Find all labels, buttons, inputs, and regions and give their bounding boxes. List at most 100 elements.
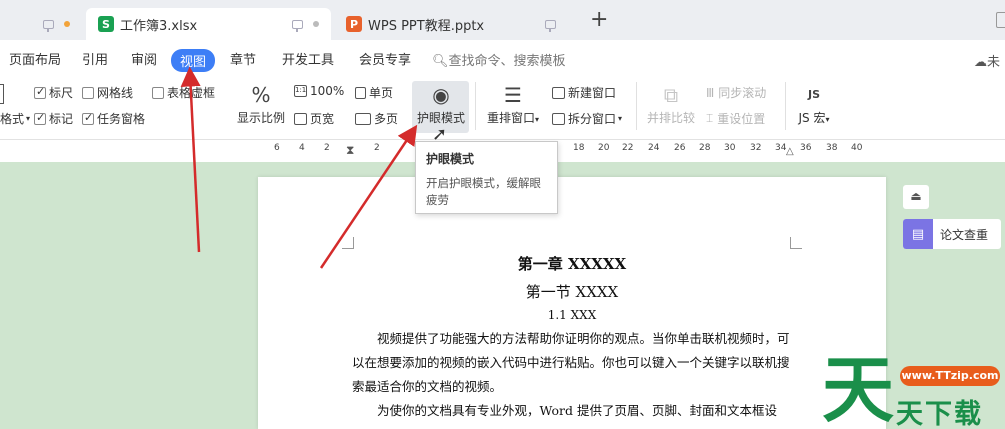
eye-icon: ◉ xyxy=(432,83,450,107)
rearrange-window-button[interactable]: ☰ 重排窗口▾ xyxy=(484,83,542,126)
single-page-button[interactable]: 单页 xyxy=(355,84,393,101)
menu-member[interactable]: 会员专享 xyxy=(359,49,411,68)
tab-label: WPS PPT教程.pptx xyxy=(368,18,485,34)
close-dot-icon[interactable] xyxy=(313,21,319,27)
scroll-top-button[interactable]: ⏏ xyxy=(903,185,929,209)
ruler-tick: 18 xyxy=(573,143,585,153)
rearrange-icon: ☰ xyxy=(504,83,522,107)
menu-references[interactable]: 引用 xyxy=(82,49,108,68)
menu-layout[interactable]: 页面布局 xyxy=(9,49,61,68)
ruler-tick: 28 xyxy=(699,143,711,153)
ruler-tick: 32 xyxy=(750,143,762,153)
page-width-button[interactable]: 页宽 xyxy=(294,110,334,127)
tab-ppt[interactable]: P WPS PPT教程.pptx xyxy=(338,8,576,40)
ruler-tick: 26 xyxy=(674,143,686,153)
compare-icon: ⧉ xyxy=(663,83,679,107)
indent-marker-icon[interactable]: ⧗ xyxy=(346,143,354,158)
section-heading: 第一节 XXXX xyxy=(525,283,619,301)
zoom-button[interactable]: % 显示比例 xyxy=(236,83,286,126)
tab-home[interactable] xyxy=(30,8,82,40)
new-window-button[interactable]: 新建窗口 xyxy=(552,84,616,101)
table-frame-checkbox[interactable]: 表格虚框 xyxy=(152,84,215,101)
menu-developer[interactable]: 开发工具 xyxy=(282,49,334,68)
body-paragraph: 视频提供了功能强大的方法帮助你证明你的观点。当你单击联机视频时，可以在想要添加的… xyxy=(352,331,790,394)
sync-scroll-icon: Ⅲ xyxy=(706,85,715,100)
js-macro-button[interactable]: JS JS 宏▾ xyxy=(792,83,836,126)
zoom-100-button[interactable]: 1:1 100% xyxy=(294,84,344,98)
multi-page-button[interactable]: 多页 xyxy=(355,110,398,127)
eye-mode-button[interactable]: ◉ 护眼模式 xyxy=(414,83,468,126)
mark-checkbox[interactable]: 标记 xyxy=(34,110,73,127)
new-tab-button[interactable]: + xyxy=(590,9,608,31)
thesis-check-button[interactable]: ▤ 论文查重 xyxy=(903,219,1001,249)
check-icon xyxy=(82,86,94,99)
check-icon xyxy=(34,111,46,125)
search-icon: 🔍︎ xyxy=(432,54,449,69)
ruler-tick: 40 xyxy=(851,143,863,153)
side-by-side-button[interactable]: ⧉ 并排比较 xyxy=(646,83,696,126)
reset-position-icon: ⌶ xyxy=(706,111,714,125)
ribbon-separator xyxy=(475,82,476,130)
watermark-logo: 天 xyxy=(822,348,895,429)
ribbon-separator xyxy=(785,82,786,130)
ruler-tick: 36 xyxy=(800,143,812,153)
menu-view[interactable]: 视图 xyxy=(171,49,216,72)
watermark-url: www.TTzip.com xyxy=(900,366,1000,386)
watermark-text: 天下载 xyxy=(896,399,983,429)
ruler-tick: 6 xyxy=(274,143,280,153)
ruler-tick: 22 xyxy=(622,143,634,153)
spreadsheet-icon: S xyxy=(98,16,114,32)
check-icon xyxy=(82,111,94,125)
tab-label: 工作簿3.xlsx xyxy=(120,18,198,34)
task-pane-checkbox[interactable]: 任务窗格 xyxy=(82,110,145,127)
ruler-tick: 2 xyxy=(374,143,380,153)
tooltip-title: 护眼模式 xyxy=(426,152,475,166)
menu-section[interactable]: 章节 xyxy=(230,49,256,68)
zoom-icon: % xyxy=(251,83,271,107)
one-to-one-icon: 1:1 xyxy=(294,85,307,97)
unsaved-dot-icon xyxy=(63,21,70,27)
monitor-icon xyxy=(42,19,54,32)
ruler-tick: 2 xyxy=(324,143,330,153)
cloud-status[interactable]: ☁︎未 xyxy=(974,51,1000,70)
margin-corner xyxy=(790,237,802,249)
presentation-icon: P xyxy=(346,16,362,32)
monitor-icon xyxy=(292,19,303,32)
command-search[interactable]: 🔍︎查找命令、搜索模板 xyxy=(432,50,566,69)
margin-corner xyxy=(342,237,354,249)
page-width-icon xyxy=(294,112,307,125)
eye-mode-tooltip: 护眼模式 开启护眼模式，缓解眼疲劳 xyxy=(415,141,558,214)
ruler-tick: 24 xyxy=(648,143,660,153)
subsection-heading: 1.1 XXX xyxy=(547,308,597,322)
body-paragraph: 为使你的文档具有专业外观，Word 提供了页眉、页脚、封面和文本框设 xyxy=(377,403,777,418)
mouse-cursor-icon: ➚ xyxy=(432,124,448,145)
ruler-tick: 38 xyxy=(826,143,838,153)
chapter-heading: 第一章 XXXXX xyxy=(517,255,627,273)
reset-position-button[interactable]: ⌶ 重设位置 xyxy=(706,110,765,127)
ribbon-separator xyxy=(636,82,637,130)
js-icon: JS xyxy=(807,88,820,101)
menu-review[interactable]: 审阅 xyxy=(131,49,157,68)
split-window-button[interactable]: 拆分窗口 ▾ xyxy=(552,110,622,127)
right-indent-marker-icon[interactable]: △ xyxy=(786,146,794,157)
single-page-icon xyxy=(355,86,366,99)
ruler-tick: 30 xyxy=(724,143,736,153)
eject-icon: ⏏ xyxy=(910,189,922,203)
ruler-tick: 4 xyxy=(299,143,305,153)
tooltip-description: 开启护眼模式，缓解眼疲劳 xyxy=(426,176,541,207)
check-icon xyxy=(152,86,164,99)
sync-scroll-button[interactable]: Ⅲ 同步滚动 xyxy=(706,84,766,101)
monitor-icon xyxy=(545,19,556,32)
menu-bar: 页面布局 引用 审阅 视图 章节 开发工具 会员专享 🔍︎查找命令、搜索模板 ☁… xyxy=(0,40,1005,76)
format-dropdown[interactable]: 格式 ▾ xyxy=(0,110,30,127)
ruler-checkbox[interactable]: 标尺 xyxy=(34,84,73,101)
tab-workbook[interactable]: S 工作簿3.xlsx xyxy=(86,8,331,40)
document-page[interactable]: 第一章 XXXXX 第一节 XXXX 1.1 XXX 视频提供了功能强大的方法帮… xyxy=(258,177,886,429)
tab-bar: S 工作簿3.xlsx P WPS PPT教程.pptx + xyxy=(0,0,1005,40)
split-window-icon xyxy=(552,112,565,125)
gridline-checkbox[interactable]: 网格线 xyxy=(82,84,133,101)
cloud-icon: ☁︎ xyxy=(974,55,987,70)
new-window-icon xyxy=(552,86,565,99)
layout-icon xyxy=(0,84,4,104)
window-icon[interactable] xyxy=(996,12,1005,28)
